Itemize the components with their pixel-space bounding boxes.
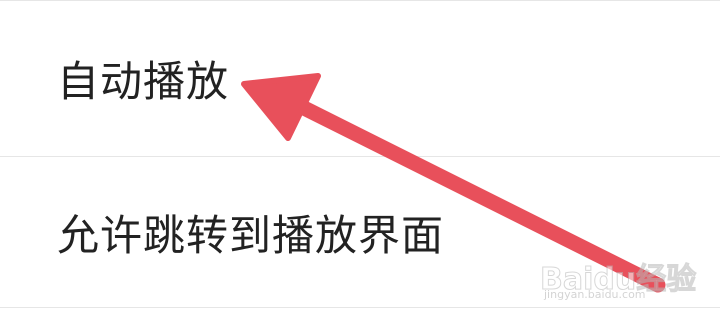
baidu-jingyan-watermark: Baidu经验 jingyan.baidu.com [539, 254, 696, 304]
setting-label-allow-jump-to-player: 允许跳转到播放界面 [57, 210, 445, 260]
setting-label-autoplay: 自动播放 [57, 56, 230, 106]
watermark-url: jingyan.baidu.com [544, 288, 646, 301]
setting-row-autoplay[interactable]: 自动播放 [0, 0, 720, 156]
settings-screen: 自动播放 允许跳转到播放界面 Baidu经验 jingyan.baidu.com [0, 0, 720, 324]
bottom-divider [0, 307, 720, 308]
